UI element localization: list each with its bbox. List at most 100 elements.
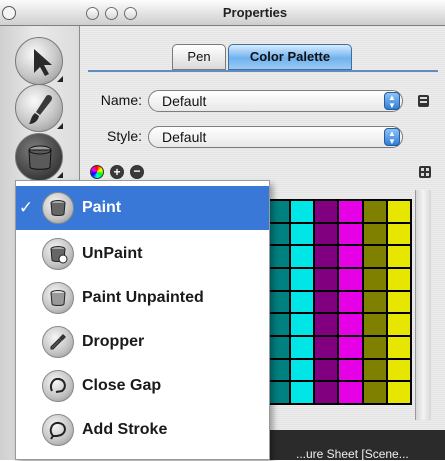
palette-swatch[interactable] xyxy=(387,336,410,358)
menu-item-label: Close Gap xyxy=(82,377,162,394)
palette-scrollbar[interactable] xyxy=(415,190,431,420)
palette-swatch[interactable] xyxy=(291,291,314,313)
add-color-icon[interactable]: + xyxy=(110,165,124,179)
palette-swatch[interactable] xyxy=(267,382,290,403)
palette-swatch[interactable] xyxy=(315,291,338,313)
palette-swatch[interactable] xyxy=(363,382,386,403)
palette-swatch[interactable] xyxy=(291,382,314,403)
menu-item-unpaint[interactable]: UnPaint xyxy=(16,232,269,276)
palette-swatch[interactable] xyxy=(387,291,410,313)
palette-swatch[interactable] xyxy=(291,246,314,267)
paint-bucket-tool-button[interactable] xyxy=(15,133,63,181)
color-wheel-icon[interactable] xyxy=(90,165,104,179)
palette-swatch[interactable] xyxy=(267,336,290,358)
style-label: Style: xyxy=(106,128,142,144)
menu-item-label: Paint Unpainted xyxy=(82,289,204,306)
palette-swatch[interactable] xyxy=(363,359,386,381)
tool-options-triangle-icon xyxy=(57,123,63,129)
palette-swatch[interactable] xyxy=(267,246,290,267)
palette-swatch[interactable] xyxy=(291,268,314,290)
palette-view-icon[interactable] xyxy=(418,165,432,179)
tab-color-palette[interactable]: Color Palette xyxy=(228,44,352,70)
close-gap-icon xyxy=(42,370,74,402)
menu-item-paint[interactable]: ✓ Paint xyxy=(16,186,269,230)
palette-swatch[interactable] xyxy=(387,246,410,267)
palette-swatch[interactable] xyxy=(363,223,386,245)
palette-swatch[interactable] xyxy=(387,382,410,403)
palette-swatch[interactable] xyxy=(315,382,338,403)
palette-swatch[interactable] xyxy=(339,201,362,222)
palette-swatch[interactable] xyxy=(387,268,410,290)
add-stroke-icon xyxy=(42,414,74,446)
menu-item-label: UnPaint xyxy=(82,245,143,262)
tool-strip-close-button[interactable] xyxy=(2,6,16,20)
palette-swatch[interactable] xyxy=(315,201,338,222)
palette-swatch[interactable] xyxy=(315,359,338,381)
remove-color-icon[interactable]: − xyxy=(130,165,144,179)
palette-swatch[interactable] xyxy=(267,268,290,290)
palette-library-icon[interactable] xyxy=(416,93,432,109)
menu-item-label: Paint xyxy=(82,199,122,216)
tool-options-triangle-icon xyxy=(57,172,63,178)
palette-swatch[interactable] xyxy=(267,291,290,313)
palette-swatch[interactable] xyxy=(267,201,290,222)
menu-item-add-stroke[interactable]: Add Stroke xyxy=(16,408,269,452)
palette-swatch[interactable] xyxy=(387,359,410,381)
arrow-tool-button[interactable] xyxy=(15,37,63,85)
palette-swatch[interactable] xyxy=(387,201,410,222)
tab-pen[interactable]: Pen xyxy=(172,44,226,70)
palette-swatch[interactable] xyxy=(363,291,386,313)
palette-swatch[interactable] xyxy=(315,336,338,358)
palette-swatch[interactable] xyxy=(363,201,386,222)
palette-swatch[interactable] xyxy=(339,223,362,245)
brush-tool-button[interactable] xyxy=(15,84,63,132)
checkmark-icon: ✓ xyxy=(18,198,34,217)
menu-item-label: Dropper xyxy=(82,333,145,350)
palette-swatch[interactable] xyxy=(315,223,338,245)
palette-swatch[interactable] xyxy=(363,314,386,335)
tab-divider xyxy=(88,70,438,72)
menu-item-dropper[interactable]: Dropper xyxy=(16,320,269,364)
chevron-updown-icon[interactable]: ▲ ▼ xyxy=(384,128,400,146)
paint-bucket-icon xyxy=(42,192,74,224)
minimize-window-button[interactable] xyxy=(105,7,118,20)
palette-swatch[interactable] xyxy=(339,268,362,290)
palette-swatch[interactable] xyxy=(363,246,386,267)
unpaint-icon xyxy=(42,238,74,270)
palette-swatch[interactable] xyxy=(339,359,362,381)
palette-swatch[interactable] xyxy=(387,314,410,335)
palette-swatch[interactable] xyxy=(315,268,338,290)
paint-unpainted-icon xyxy=(42,282,74,314)
name-label: Name: xyxy=(100,92,142,108)
palette-swatch[interactable] xyxy=(339,291,362,313)
palette-swatch[interactable] xyxy=(315,246,338,267)
menu-item-label: Add Stroke xyxy=(82,421,168,438)
palette-swatch[interactable] xyxy=(267,223,290,245)
palette-swatch[interactable] xyxy=(339,336,362,358)
palette-swatch[interactable] xyxy=(267,314,290,335)
name-dropdown[interactable]: Default xyxy=(148,90,403,112)
close-window-button[interactable] xyxy=(86,7,99,20)
palette-swatch[interactable] xyxy=(363,268,386,290)
palette-swatch[interactable] xyxy=(267,359,290,381)
palette-swatch[interactable] xyxy=(339,246,362,267)
palette-swatch[interactable] xyxy=(363,336,386,358)
palette-swatch[interactable] xyxy=(339,314,362,335)
palette-swatch[interactable] xyxy=(291,314,314,335)
palette-swatch[interactable] xyxy=(291,336,314,358)
color-palette-grid[interactable] xyxy=(265,199,412,405)
chevron-updown-icon[interactable]: ▲ ▼ xyxy=(384,92,400,110)
style-dropdown[interactable]: Default xyxy=(148,126,403,148)
menu-item-paint-unpainted[interactable]: Paint Unpainted xyxy=(16,276,269,320)
palette-swatch[interactable] xyxy=(291,223,314,245)
palette-swatch[interactable] xyxy=(387,223,410,245)
window-title: Properties xyxy=(222,5,288,20)
palette-swatch[interactable] xyxy=(291,359,314,381)
palette-swatch[interactable] xyxy=(339,382,362,403)
menu-item-close-gap[interactable]: Close Gap xyxy=(16,364,269,408)
zoom-window-button[interactable] xyxy=(124,7,137,20)
palette-swatch[interactable] xyxy=(315,314,338,335)
palette-swatch[interactable] xyxy=(291,201,314,222)
dropper-icon xyxy=(42,326,74,358)
status-text: ...ure Sheet [Scene... xyxy=(296,447,409,461)
